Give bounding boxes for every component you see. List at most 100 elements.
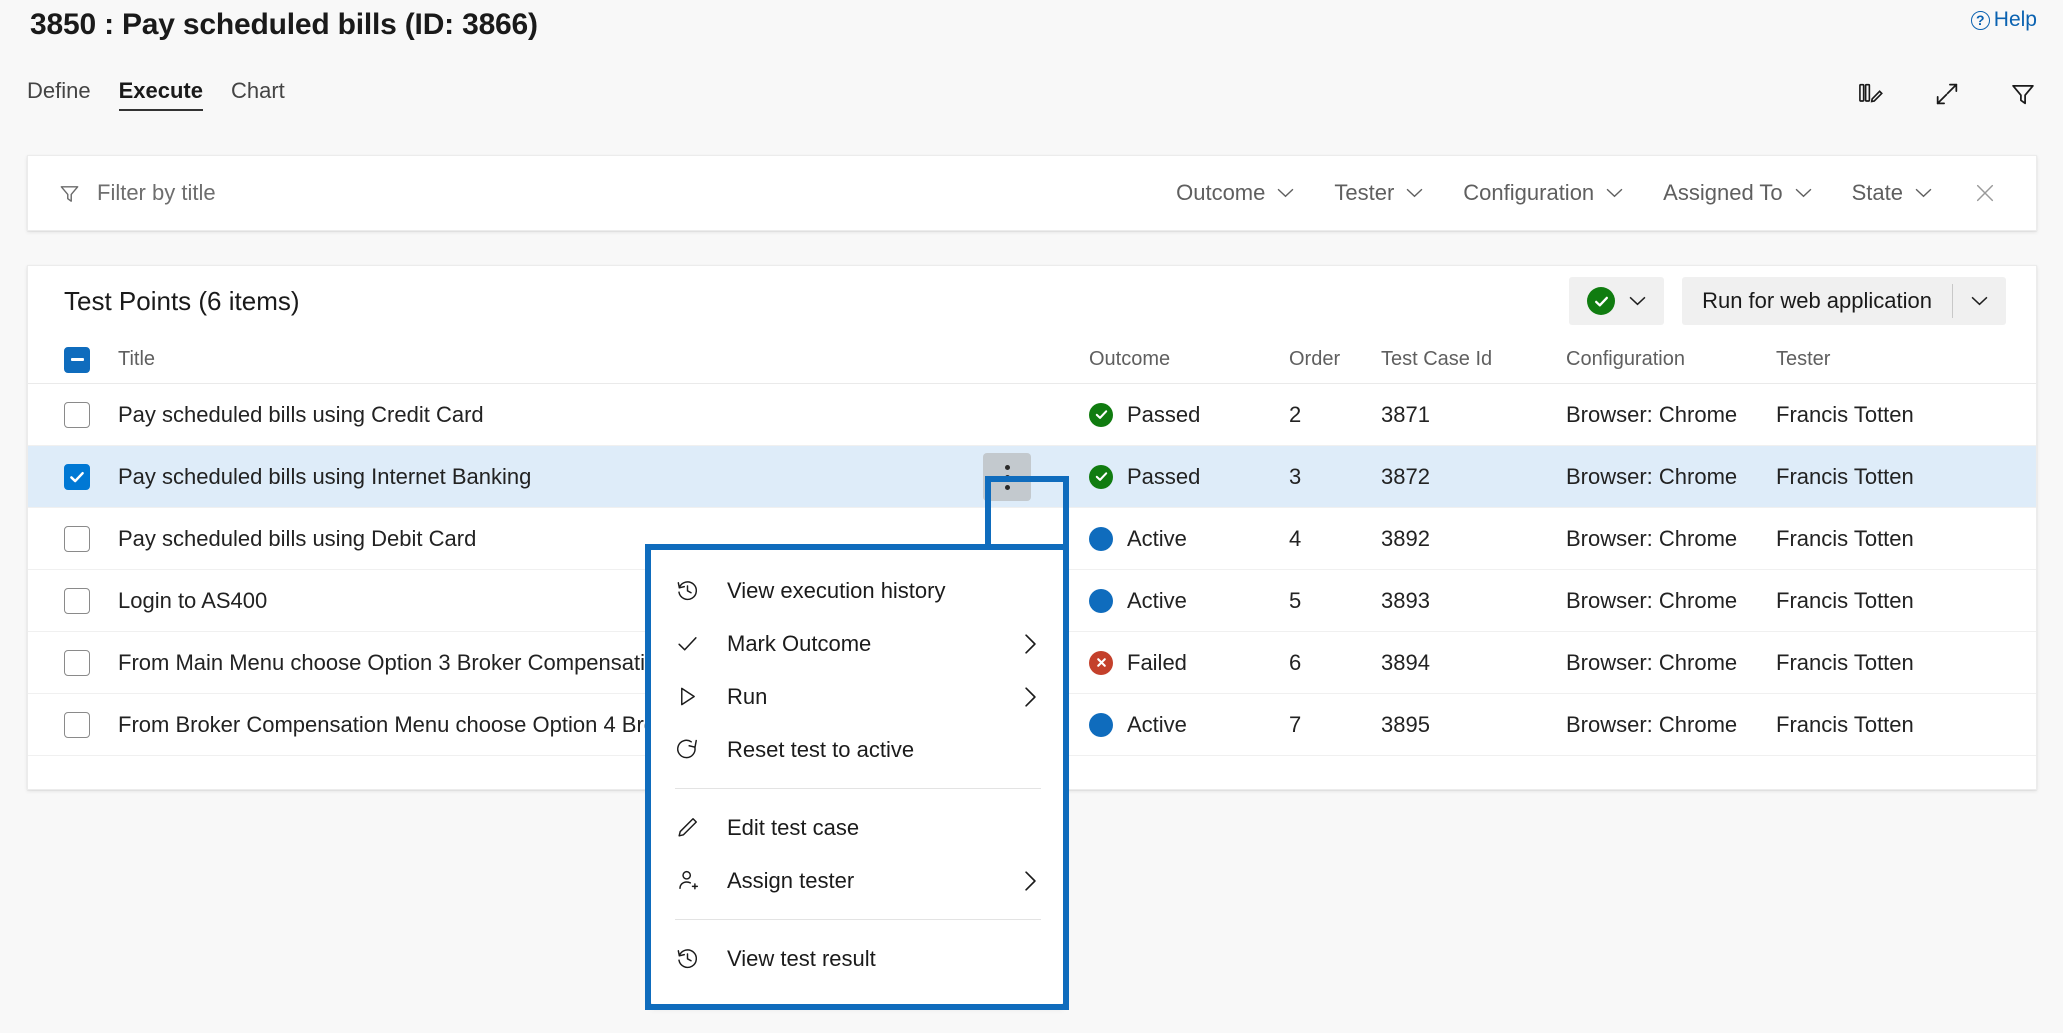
chevron-down-icon xyxy=(1915,188,1932,198)
cell-order: 3 xyxy=(1289,464,1381,490)
filter-assigned-to-dropdown[interactable]: Assigned To xyxy=(1643,172,1831,214)
menu-divider xyxy=(675,919,1041,920)
history-icon xyxy=(675,578,705,603)
chevron-down-icon xyxy=(1629,296,1646,306)
question-circle-icon: ? xyxy=(1971,11,1990,30)
cell-test-case-id: 3895 xyxy=(1381,712,1566,738)
cell-test-case-id: 3892 xyxy=(1381,526,1566,552)
select-all-cell xyxy=(64,347,118,373)
filter-configuration-dropdown[interactable]: Configuration xyxy=(1443,172,1643,214)
tab-chart[interactable]: Chart xyxy=(231,78,285,111)
chevron-down-icon xyxy=(1795,188,1812,198)
cell-outcome: Passed xyxy=(1089,464,1289,490)
table-row[interactable]: Pay scheduled bills using Internet Banki… xyxy=(28,446,2036,508)
outcome-label: Active xyxy=(1127,712,1187,738)
column-header-outcome[interactable]: Outcome xyxy=(1089,348,1289,371)
menu-item-reset-test-to-active[interactable]: Reset test to active xyxy=(651,723,1063,776)
play-icon xyxy=(675,684,705,709)
cell-title: Pay scheduled bills using Debit Card xyxy=(118,526,1089,552)
more-options-icon[interactable] xyxy=(983,453,1031,501)
table-row[interactable]: Pay scheduled bills using Credit Card Pa… xyxy=(28,384,2036,446)
row-checkbox[interactable] xyxy=(64,650,90,676)
card-actions: Run for web application xyxy=(1569,277,2006,325)
tab-execute[interactable]: Execute xyxy=(119,78,203,111)
outcome-failed-icon xyxy=(1089,651,1113,675)
mark-outcome-split-button[interactable] xyxy=(1569,277,1664,325)
menu-item-assign-tester[interactable]: Assign tester xyxy=(651,854,1063,907)
cell-configuration: Browser: Chrome xyxy=(1566,712,1776,738)
cell-outcome: Active xyxy=(1089,526,1289,552)
test-points-title: Test Points (6 items) xyxy=(64,286,300,317)
passed-check-icon xyxy=(1587,287,1615,315)
tab-define[interactable]: Define xyxy=(27,78,91,111)
column-header-tester[interactable]: Tester xyxy=(1776,348,2036,371)
row-checkbox[interactable] xyxy=(64,402,90,428)
cell-outcome: Passed xyxy=(1089,402,1289,428)
chevron-down-icon xyxy=(1971,296,1988,306)
row-checkbox[interactable] xyxy=(64,526,90,552)
outcome-passed-icon xyxy=(1089,403,1113,427)
chevron-right-icon xyxy=(1023,686,1041,708)
cell-order: 7 xyxy=(1289,712,1381,738)
outcome-label: Failed xyxy=(1127,650,1187,676)
menu-item-run[interactable]: Run xyxy=(651,670,1063,723)
cell-outcome: Active xyxy=(1089,712,1289,738)
row-select-cell xyxy=(64,464,118,490)
cell-configuration: Browser: Chrome xyxy=(1566,464,1776,490)
column-header-order[interactable]: Order xyxy=(1289,348,1381,371)
outcome-active-icon xyxy=(1089,713,1113,737)
run-for-web-application-split-button[interactable]: Run for web application xyxy=(1682,277,2006,325)
column-header-title[interactable]: Title xyxy=(118,348,1089,371)
column-header-test-case-id[interactable]: Test Case Id xyxy=(1381,348,1566,371)
row-select-cell xyxy=(64,650,118,676)
outcome-active-icon xyxy=(1089,589,1113,613)
filter-by-title-input[interactable] xyxy=(95,179,1083,207)
clear-filters-button[interactable] xyxy=(1952,174,2018,212)
tab-bar: Define Execute Chart xyxy=(27,78,285,111)
filter-tester-dropdown[interactable]: Tester xyxy=(1314,172,1443,214)
menu-item-mark-outcome[interactable]: Mark Outcome xyxy=(651,617,1063,670)
outcome-label: Active xyxy=(1127,588,1187,614)
outcome-active-icon xyxy=(1089,527,1113,551)
menu-item-edit-test-case[interactable]: Edit test case xyxy=(651,801,1063,854)
row-checkbox[interactable] xyxy=(64,464,90,490)
cell-test-case-id: 3872 xyxy=(1381,464,1566,490)
filter-input-wrap xyxy=(28,156,1156,230)
column-options-icon[interactable] xyxy=(1857,80,1885,108)
help-link[interactable]: ? Help xyxy=(1971,8,2037,32)
fullscreen-icon[interactable] xyxy=(1933,80,1961,108)
cell-tester: Francis Totten xyxy=(1776,402,2036,428)
run-button-caret[interactable] xyxy=(1953,296,2006,306)
chevron-down-icon xyxy=(1606,188,1623,198)
row-select-cell xyxy=(64,588,118,614)
menu-item-view-execution-history[interactable]: View execution history xyxy=(651,564,1063,617)
row-checkbox[interactable] xyxy=(64,588,90,614)
cell-test-case-id: 3894 xyxy=(1381,650,1566,676)
cell-tester: Francis Totten xyxy=(1776,588,2036,614)
cell-configuration: Browser: Chrome xyxy=(1566,526,1776,552)
cell-outcome: Failed xyxy=(1089,650,1289,676)
cell-tester: Francis Totten xyxy=(1776,526,2036,552)
outcome-label: Passed xyxy=(1127,402,1200,428)
cell-order: 6 xyxy=(1289,650,1381,676)
select-all-checkbox[interactable] xyxy=(64,347,90,373)
filter-state-dropdown[interactable]: State xyxy=(1832,172,1952,214)
row-checkbox[interactable] xyxy=(64,712,90,738)
cell-configuration: Browser: Chrome xyxy=(1566,650,1776,676)
chevron-down-icon xyxy=(1277,188,1294,198)
column-header-configuration[interactable]: Configuration xyxy=(1566,348,1776,371)
cell-tester: Francis Totten xyxy=(1776,650,2036,676)
run-button-label: Run for web application xyxy=(1682,288,1952,314)
menu-divider xyxy=(675,788,1041,789)
filter-outcome-dropdown[interactable]: Outcome xyxy=(1156,172,1314,214)
cell-title: Pay scheduled bills using Internet Banki… xyxy=(118,464,1089,490)
filter-icon[interactable] xyxy=(2009,80,2037,108)
chevron-down-icon xyxy=(1406,188,1423,198)
outcome-label: Passed xyxy=(1127,464,1200,490)
menu-item-view-test-result[interactable]: View test result xyxy=(651,932,1063,985)
cell-order: 4 xyxy=(1289,526,1381,552)
cell-title: Pay scheduled bills using Credit Card xyxy=(118,402,1089,428)
funnel-icon xyxy=(58,182,81,205)
table-header-row: Title Outcome Order Test Case Id Configu… xyxy=(28,336,2036,384)
person-add-icon xyxy=(675,868,705,893)
